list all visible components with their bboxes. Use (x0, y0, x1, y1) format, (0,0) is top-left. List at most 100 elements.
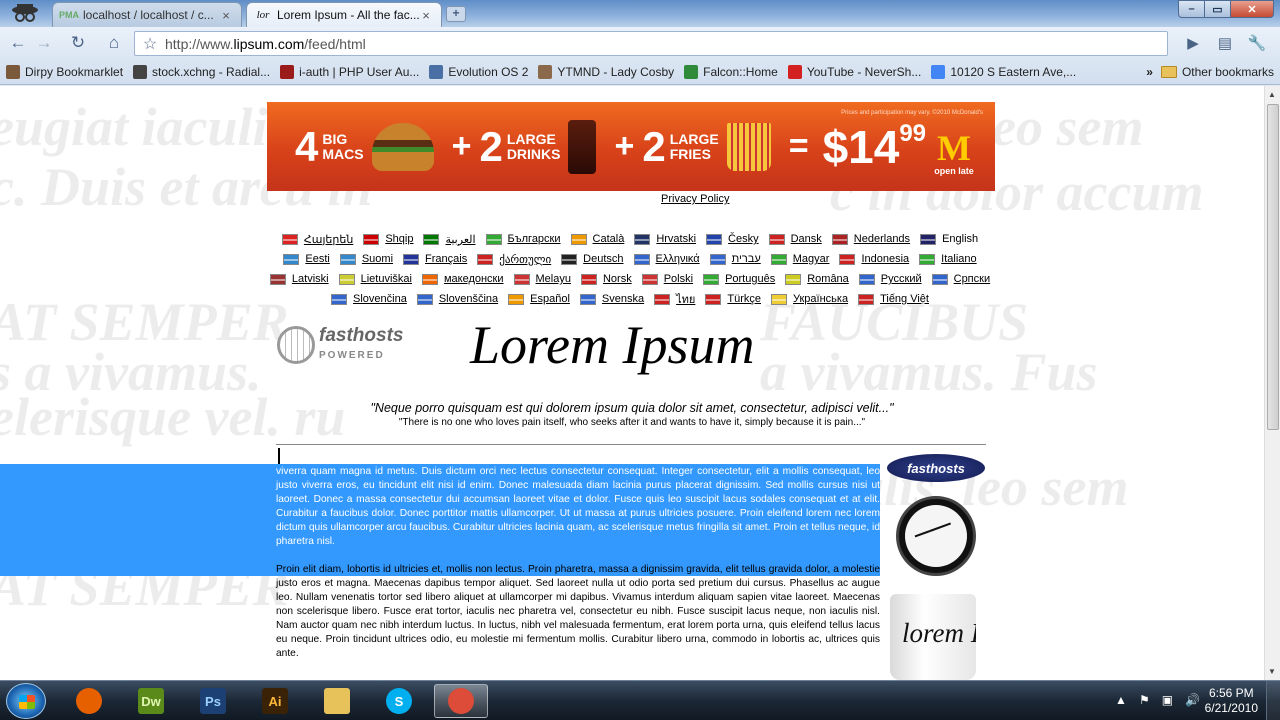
language-link[interactable]: Հայերեն (281, 233, 353, 246)
tab-lorem-ipsum[interactable]: lor Lorem Ipsum - All the fac... × (246, 2, 442, 27)
page-menu-icon[interactable]: ▤ (1212, 32, 1238, 54)
tab-phpmyadmin[interactable]: PMA localhost / localhost / c... × (52, 2, 242, 27)
system-clock[interactable]: 6:56 PM 6/21/2010 (1205, 686, 1258, 716)
bookmark-item[interactable]: YouTube - NeverSh... (787, 65, 922, 79)
taskbar-explorer-button[interactable] (310, 684, 364, 718)
language-link[interactable]: العربية (423, 233, 476, 246)
taskbar-chrome-button[interactable] (434, 684, 488, 718)
language-link[interactable]: македонски (421, 273, 504, 285)
language-link[interactable]: Svenska (579, 293, 645, 305)
english-quote: "There is no one who loves pain itself, … (398, 417, 866, 428)
language-link[interactable]: ไทย (654, 290, 695, 308)
folder-icon (1160, 66, 1177, 78)
flag-icon[interactable]: ⚑ (1139, 693, 1150, 707)
language-link[interactable]: Slovenčina (331, 293, 407, 305)
maximize-button[interactable]: ▭ (1204, 0, 1230, 18)
taskbar-firefox-button[interactable] (62, 684, 116, 718)
bookmark-item[interactable]: stock.xchng - Radial... (133, 65, 270, 79)
bookmark-item[interactable]: i-auth | PHP User Au... (280, 65, 419, 79)
windows-taskbar: Dw Ps Ai S ▲ ⚑ ▣ 🔊 6:56 PM 6/21/2010 (0, 680, 1280, 720)
close-tab-icon[interactable]: × (419, 8, 433, 23)
language-link[interactable]: Norsk (580, 273, 632, 285)
language-link[interactable]: עברית (709, 253, 761, 265)
go-icon[interactable]: ▶ (1180, 32, 1206, 54)
language-link[interactable]: Česky (706, 233, 759, 245)
language-link[interactable]: Hrvatski (634, 233, 696, 245)
flag-icon (858, 273, 875, 285)
privacy-policy-link[interactable]: Privacy Policy (661, 193, 729, 205)
page-viewport: eugiat iaculisiculis, leo semc. Duis et … (0, 86, 1264, 680)
fasthosts-side-logo[interactable]: fasthosts (887, 454, 985, 482)
language-link[interactable]: Româna (785, 273, 849, 285)
wrench-icon[interactable]: 🔧 (1244, 32, 1270, 54)
language-link[interactable]: Nederlands (831, 233, 911, 245)
language-link[interactable]: Български (485, 233, 561, 245)
bookmark-item[interactable]: 10120 S Eastern Ave,... (931, 65, 1076, 79)
bookmark-item[interactable]: YTMND - Lady Cosby (538, 65, 674, 79)
language-name: Svenska (601, 293, 645, 305)
vertical-scrollbar[interactable]: ▲ ▼ (1264, 86, 1280, 680)
home-button[interactable]: ⌂ (102, 32, 126, 54)
language-link[interactable]: Suomi (339, 253, 393, 265)
address-bar[interactable]: ☆ http://www.lipsum.com/feed/html (134, 31, 1168, 56)
mcdonalds-banner-ad[interactable]: 4 BIG MACS + 2 LARGE DRINKS + 2 LARGE FRIES… (267, 102, 995, 191)
language-link[interactable]: Slovenščina (416, 293, 498, 305)
minimize-button[interactable]: – (1178, 0, 1204, 18)
language-link[interactable]: Lietuviškai (338, 273, 412, 285)
language-link[interactable]: Español (508, 293, 570, 305)
language-link[interactable]: ქართული (477, 253, 551, 266)
scroll-up-icon[interactable]: ▲ (1268, 90, 1276, 99)
scroll-down-icon[interactable]: ▼ (1268, 667, 1276, 676)
taskbar-dreamweaver-button[interactable]: Dw (124, 684, 178, 718)
close-window-button[interactable]: ✕ (1230, 0, 1274, 18)
language-link[interactable]: Deutsch (561, 253, 624, 265)
language-link[interactable]: Indonesia (839, 253, 909, 265)
language-name: ქართული (499, 253, 552, 266)
taskbar-skype-button[interactable]: S (372, 684, 426, 718)
language-link[interactable]: Eesti (283, 253, 330, 265)
language-link[interactable]: Português (703, 273, 775, 285)
forward-button[interactable]: → (32, 32, 56, 54)
bookmark-item[interactable]: Evolution OS 2 (429, 65, 528, 79)
language-link[interactable]: Dansk (768, 233, 822, 245)
language-link[interactable]: English (920, 233, 978, 245)
fasthosts-powered-logo[interactable]: fasthosts POWERED (277, 326, 403, 364)
taskbar-photoshop-button[interactable]: Ps (186, 684, 240, 718)
globe-icon (277, 326, 315, 364)
language-link[interactable]: Tiếng Việt (858, 293, 929, 305)
reload-button[interactable]: ↻ (66, 32, 90, 54)
language-link[interactable]: Magyar (770, 253, 829, 265)
language-link[interactable]: Српски (931, 273, 990, 285)
language-name: Melayu (535, 273, 571, 285)
language-link[interactable]: Polski (641, 273, 693, 285)
bookmark-star-icon[interactable]: ☆ (135, 34, 165, 54)
language-link[interactable]: Italiano (919, 253, 977, 265)
language-link[interactable]: Українська (770, 293, 848, 305)
volume-icon[interactable]: 🔊 (1185, 693, 1200, 707)
back-button[interactable]: ← (6, 32, 30, 54)
language-link[interactable]: Latviski (269, 273, 329, 285)
language-link[interactable]: Català (570, 233, 624, 245)
language-link[interactable]: Ελληνικά (633, 253, 700, 265)
start-button[interactable] (6, 683, 46, 719)
tray-expand-icon[interactable]: ▲ (1115, 693, 1127, 707)
language-link[interactable]: Melayu (513, 273, 571, 285)
taskbar-illustrator-button[interactable]: Ai (248, 684, 302, 718)
bookmark-favicon-icon (133, 65, 148, 79)
language-name: Русский (880, 273, 922, 285)
scroll-thumb[interactable] (1267, 104, 1279, 430)
close-tab-icon[interactable]: × (219, 8, 233, 23)
language-link[interactable]: Türkçe (705, 293, 761, 305)
network-icon[interactable]: ▣ (1162, 693, 1173, 707)
new-tab-button[interactable]: + (446, 6, 466, 22)
bookmark-label: YouTube - NeverSh... (806, 65, 922, 79)
language-name: Nederlands (853, 233, 911, 245)
bookmark-item[interactable]: Dirpy Bookmarklet (6, 65, 123, 79)
language-link[interactable]: Français (403, 253, 467, 265)
bookmarks-overflow-chevron-icon[interactable]: » (1146, 65, 1153, 79)
language-link[interactable]: Русский (858, 273, 922, 285)
language-link[interactable]: Shqip (363, 233, 413, 245)
other-bookmarks-folder[interactable]: Other bookmarks (1160, 65, 1274, 79)
bookmark-item[interactable]: Falcon::Home (684, 65, 778, 79)
show-desktop-button[interactable] (1266, 681, 1280, 720)
